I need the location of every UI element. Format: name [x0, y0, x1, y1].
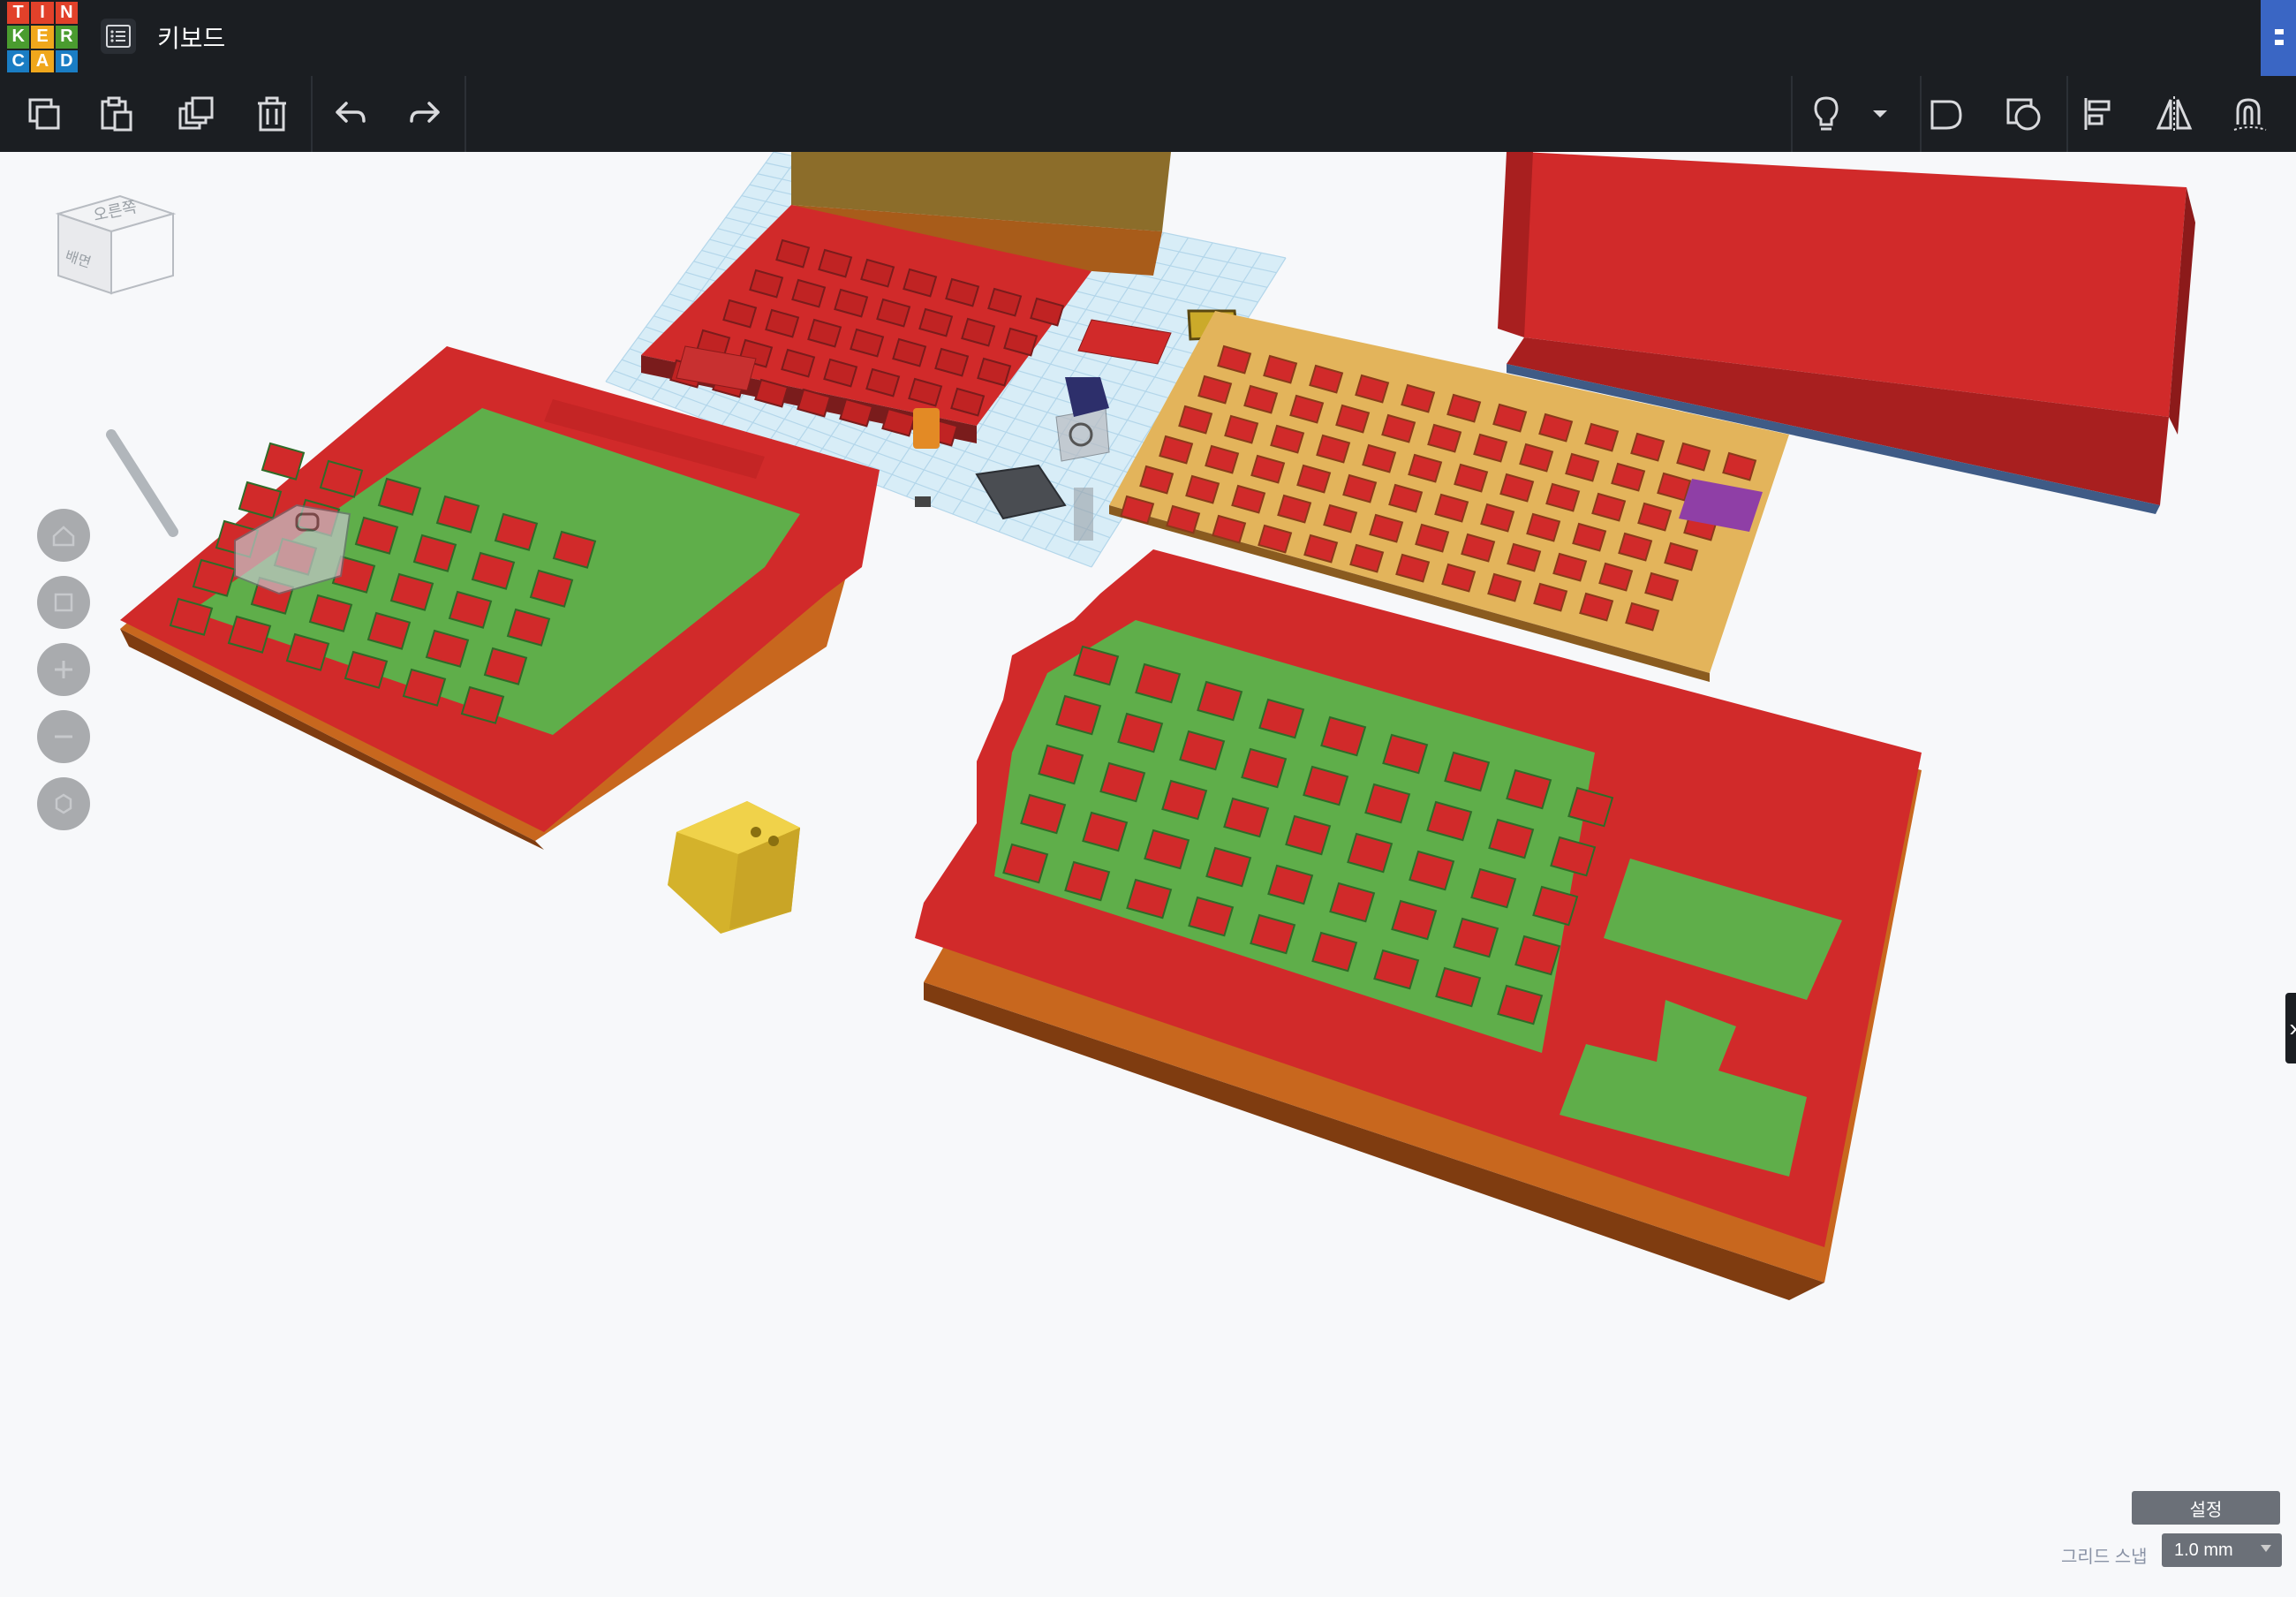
side-panel-handle[interactable]: › [2285, 993, 2296, 1063]
scene-canvas[interactable] [5, 152, 2296, 1597]
duplicate-button[interactable] [170, 88, 223, 140]
group-icon [1930, 100, 1962, 130]
keyboard-case-right[interactable] [915, 549, 1922, 1300]
group-button[interactable] [1920, 88, 1973, 140]
settings-button[interactable]: 설정 [2132, 1491, 2280, 1525]
magnet-icon [2233, 98, 2267, 131]
ortho-icon [55, 793, 72, 814]
key-socket[interactable] [238, 481, 283, 519]
trash-icon [258, 96, 286, 132]
key-socket[interactable] [261, 442, 306, 481]
list-icon [106, 25, 131, 48]
design-list-button[interactable] [101, 19, 136, 54]
fit-icon [54, 593, 73, 612]
undo-icon [336, 102, 366, 123]
home-icon [52, 526, 75, 547]
title-bar: TIN KER CAD 키보드 [0, 0, 2296, 77]
ungroup-button[interactable] [1998, 88, 2051, 140]
align-icon [2084, 98, 2111, 130]
document-title[interactable]: 키보드 [157, 19, 225, 55]
delete-button[interactable] [245, 88, 298, 140]
lightbulb-dropdown[interactable] [1858, 88, 1902, 140]
grid-snap-value: 1.0 mm [2174, 1540, 2233, 1560]
copy-icon [28, 98, 60, 130]
align-button[interactable] [2073, 88, 2126, 140]
undo-button[interactable] [323, 88, 376, 140]
logo-tile: A [31, 49, 54, 72]
tinkercad-logo[interactable]: TIN KER CAD [7, 2, 78, 72]
mirror-button[interactable] [2148, 88, 2201, 140]
logo-tile: C [7, 49, 30, 72]
grid-snap-select[interactable]: 1.0 mm [2162, 1533, 2282, 1567]
logo-tile: K [7, 26, 30, 49]
logo-tile: R [55, 26, 78, 49]
lightbulb-icon [1814, 96, 1839, 131]
paste-icon [101, 96, 132, 132]
view-cube[interactable]: 오른쪽 배면 [41, 178, 182, 320]
panel-icon [2275, 29, 2284, 45]
logo-tile: I [31, 2, 54, 25]
chevron-down-icon [2261, 1545, 2271, 1552]
logo-tile: T [7, 2, 30, 25]
yellow-cube[interactable] [668, 801, 800, 934]
logo-tile: N [55, 2, 78, 25]
grid-snap-label: 그리드 스냅 [2061, 1548, 2148, 1567]
minus-icon [55, 735, 72, 738]
fit-view-button[interactable] [37, 576, 90, 629]
zoom-in-button[interactable] [37, 643, 90, 696]
ghost-rod[interactable] [106, 429, 178, 537]
ortho-view-button[interactable] [37, 777, 90, 830]
redo-icon [410, 102, 440, 123]
mirror-icon [2156, 96, 2193, 132]
paste-button[interactable] [90, 88, 143, 140]
logo-tile: E [31, 26, 54, 49]
home-view-button[interactable] [37, 509, 90, 562]
chevron-right-icon: › [2289, 1014, 2296, 1042]
panel-toggle-button[interactable] [2261, 0, 2296, 76]
zoom-out-button[interactable] [37, 710, 90, 763]
orange-part[interactable] [913, 408, 940, 449]
toolbar [0, 76, 2296, 152]
redo-button[interactable] [399, 88, 452, 140]
cruise-button[interactable] [2224, 88, 2277, 140]
plus-icon [55, 661, 72, 678]
workplane-viewport[interactable]: 오른쪽 배면 설정 그리드 스냅 1.0 mm › [5, 152, 2296, 1597]
caret-down-icon [1873, 110, 1887, 117]
copy-button[interactable] [18, 88, 71, 140]
duplicate-icon [178, 96, 214, 130]
lightbulb-button[interactable] [1800, 88, 1853, 140]
logo-tile: D [55, 49, 78, 72]
ungroup-icon [2006, 98, 2041, 131]
